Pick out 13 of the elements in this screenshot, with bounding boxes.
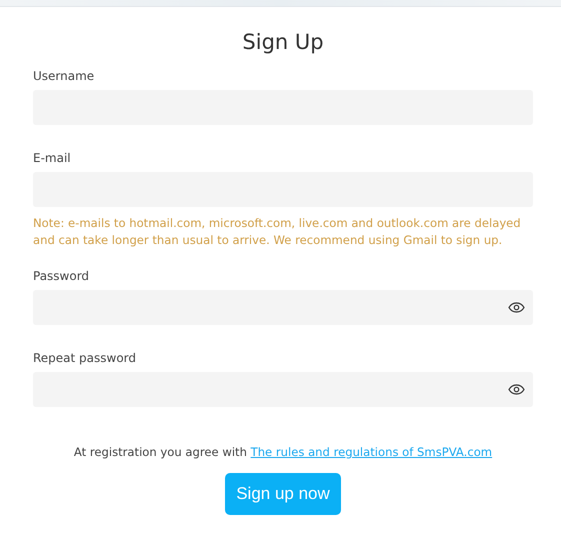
agreement-text: At registration you agree with xyxy=(74,445,248,459)
eye-icon[interactable] xyxy=(508,302,525,313)
sign-up-button[interactable]: Sign up now xyxy=(225,473,341,515)
field-label: Password xyxy=(33,268,90,284)
input-field[interactable] xyxy=(33,372,533,407)
input-field[interactable] xyxy=(33,290,533,325)
warning-note: Note: e-mails to hotmail.com, microsoft.com, live.com and outlook.com are delayed and can take longer than usual to arrive. We recommend using Gmail to sign up. xyxy=(33,215,522,249)
form-title: Sign Up xyxy=(241,29,325,55)
rules-link[interactable]: The rules and regulations of SmsPVA.com xyxy=(250,445,492,459)
eye-icon[interactable] xyxy=(508,384,525,395)
field-label: Repeat password xyxy=(33,350,136,366)
field-label: Username xyxy=(33,68,94,84)
field-label: E-mail xyxy=(33,150,71,166)
